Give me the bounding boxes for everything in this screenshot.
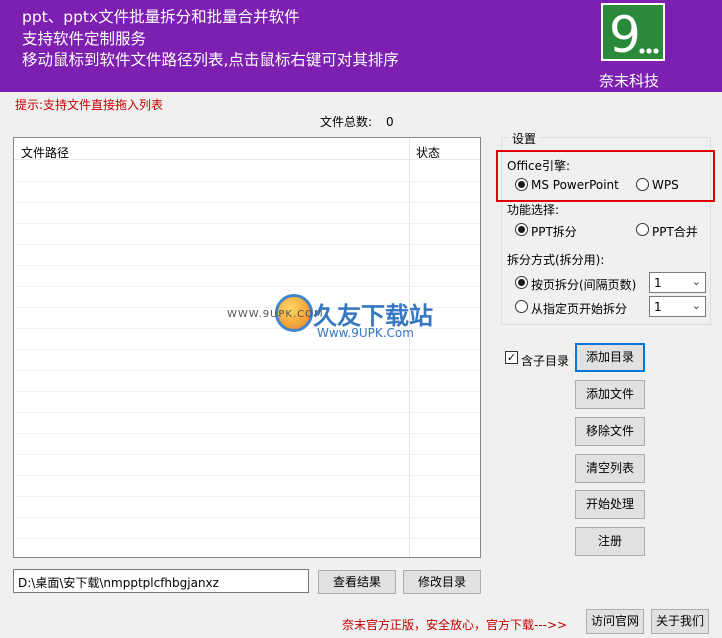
row-divider bbox=[14, 517, 480, 518]
column-header-status[interactable]: 状态 bbox=[416, 144, 440, 161]
header-banner: ppt、pptx文件批量拆分和批量合并软件 支持软件定制服务 移动鼠标到软件文件… bbox=[0, 0, 722, 92]
banner-title: ppt、pptx文件批量拆分和批量合并软件 bbox=[22, 8, 300, 26]
row-divider bbox=[14, 223, 480, 224]
drag-hint: 提示:支持文件直接拖入列表 bbox=[15, 98, 164, 112]
watermark-url: Www.9UPK.Com bbox=[317, 326, 414, 340]
file-count-label: 文件总数: bbox=[320, 115, 373, 129]
row-divider bbox=[14, 454, 480, 455]
radio-wps-label[interactable]: WPS bbox=[652, 178, 679, 192]
row-divider bbox=[14, 244, 480, 245]
row-divider bbox=[14, 202, 480, 203]
radio-split-from-page-label[interactable]: 从指定页开始拆分 bbox=[531, 300, 627, 317]
interval-pages-value: 1 bbox=[654, 276, 662, 290]
banner-tip: 移动鼠标到软件文件路径列表,点击鼠标右键可对其排序 bbox=[22, 51, 399, 69]
output-path-field[interactable]: D:\桌面\安下载\nmpptplcfhbgjanxz bbox=[13, 569, 309, 593]
radio-split-by-pages-label[interactable]: 按页拆分(间隔页数) bbox=[531, 276, 636, 293]
function-label: 功能选择: bbox=[507, 203, 560, 217]
radio-ppt-merge-label[interactable]: PPT合并 bbox=[652, 223, 698, 240]
row-divider bbox=[14, 433, 480, 434]
radio-split-by-pages[interactable] bbox=[515, 276, 528, 289]
clear-list-button[interactable]: 清空列表 bbox=[575, 454, 645, 483]
official-download-note: 奈末官方正版，安全放心，官方下载--->> bbox=[342, 618, 568, 632]
split-mode-label: 拆分方式(拆分用): bbox=[507, 253, 605, 267]
chevron-down-icon: ⌄ bbox=[691, 275, 701, 288]
add-directory-button[interactable]: 添加目录 bbox=[575, 343, 645, 372]
row-divider bbox=[14, 370, 480, 371]
row-divider bbox=[14, 181, 480, 182]
file-count: 文件总数: 0 bbox=[320, 113, 394, 130]
file-count-value: 0 bbox=[386, 115, 394, 129]
row-divider bbox=[14, 538, 480, 539]
svg-text:9: 9 bbox=[609, 6, 641, 59]
register-button[interactable]: 注册 bbox=[575, 527, 645, 556]
radio-wps[interactable] bbox=[636, 178, 649, 191]
radio-split-from-page[interactable] bbox=[515, 300, 528, 313]
settings-legend: 设置 bbox=[509, 130, 540, 147]
visit-website-button[interactable]: 访问官网 bbox=[586, 609, 644, 634]
include-subdirs-label[interactable]: 含子目录 bbox=[521, 352, 569, 369]
interval-pages-select[interactable]: 1 ⌄ bbox=[649, 272, 706, 293]
radio-ms-powerpoint[interactable] bbox=[515, 178, 528, 191]
row-divider bbox=[14, 391, 480, 392]
about-us-button[interactable]: 关于我们 bbox=[651, 609, 709, 634]
view-result-button[interactable]: 查看结果 bbox=[318, 570, 396, 594]
radio-ppt-split[interactable] bbox=[515, 223, 528, 236]
start-processing-button[interactable]: 开始处理 bbox=[575, 490, 645, 519]
start-page-select[interactable]: 1 ⌄ bbox=[649, 296, 706, 317]
watermark: WWW.9UPK.COM 久友下载站 Www.9UPK.Com bbox=[227, 262, 475, 352]
remove-file-button[interactable]: 移除文件 bbox=[575, 417, 645, 446]
nemo-9-logo-icon: 9 bbox=[601, 3, 665, 61]
row-divider bbox=[14, 475, 480, 476]
brand-name: 奈末科技 bbox=[599, 72, 660, 90]
column-header-path[interactable]: 文件路径 bbox=[21, 144, 69, 161]
radio-ppt-split-label[interactable]: PPT拆分 bbox=[531, 223, 577, 240]
add-file-button[interactable]: 添加文件 bbox=[575, 380, 645, 409]
chevron-down-icon: ⌄ bbox=[691, 299, 701, 312]
engine-label: Office引擎: bbox=[507, 159, 571, 173]
row-divider bbox=[14, 412, 480, 413]
row-divider bbox=[14, 496, 480, 497]
file-list-header: 文件路径 状态 bbox=[14, 138, 480, 160]
banner-subtitle: 支持软件定制服务 bbox=[22, 30, 147, 48]
include-subdirs-checkbox[interactable]: ✓ bbox=[505, 351, 518, 364]
start-page-value: 1 bbox=[654, 300, 662, 314]
watermark-site: WWW.9UPK.COM bbox=[227, 309, 324, 320]
modify-directory-button[interactable]: 修改目录 bbox=[403, 570, 481, 594]
radio-ms-powerpoint-label[interactable]: MS PowerPoint bbox=[531, 178, 619, 192]
radio-ppt-merge[interactable] bbox=[636, 223, 649, 236]
